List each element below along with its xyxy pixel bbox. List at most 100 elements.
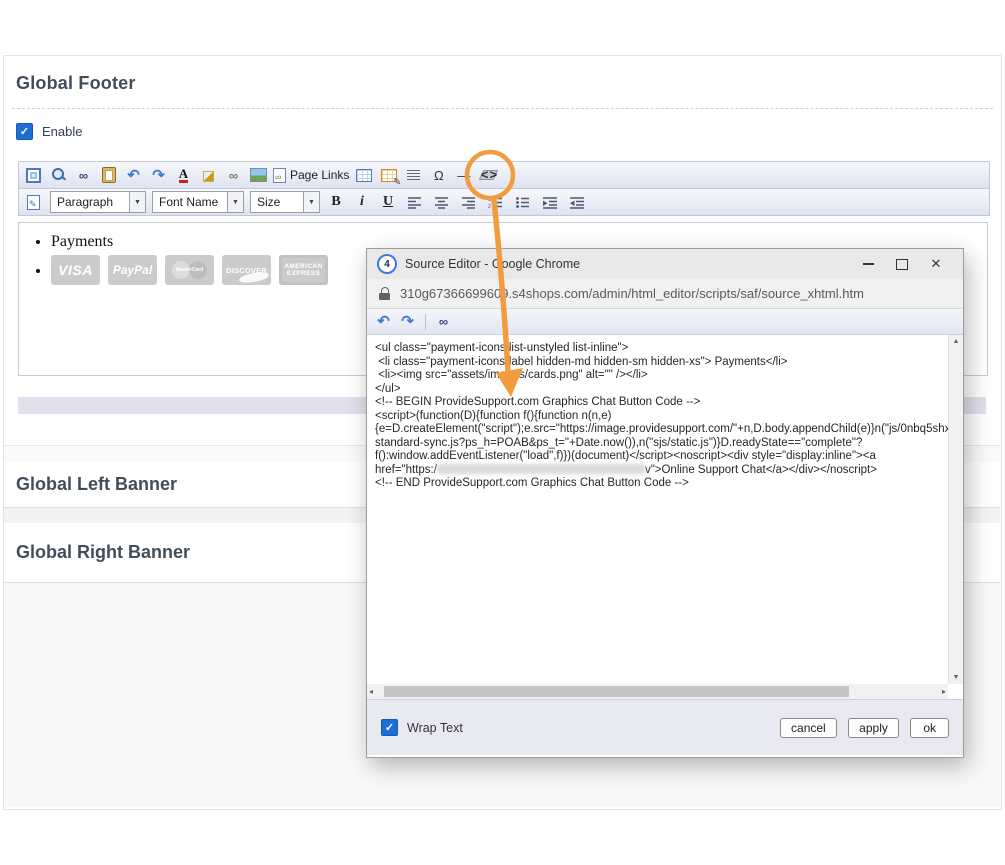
font-color-icon[interactable]: A xyxy=(173,165,194,186)
code-line-redacted: href="https:/v">Online Support Chat</a><… xyxy=(375,464,948,478)
paypal-card-image: PayPal xyxy=(108,255,157,285)
chevron-down-icon[interactable]: ▼ xyxy=(129,192,145,212)
dialog-buttons: cancel apply ok xyxy=(773,718,949,738)
dialog-urlbar: 310g67366699609.s4shops.com/admin/html_e… xyxy=(367,279,963,309)
insert-table-icon[interactable] xyxy=(353,165,374,186)
scroll-down-icon[interactable]: ▼ xyxy=(949,674,963,681)
code-line: </ul> xyxy=(375,383,948,397)
code-line: <!-- BEGIN ProvideSupport.com Graphics C… xyxy=(375,396,948,410)
paste-icon[interactable] xyxy=(98,165,119,186)
properties-icon[interactable] xyxy=(403,165,424,186)
paragraph-select[interactable]: Paragraph ▼ xyxy=(50,191,146,213)
fullscreen-icon[interactable] xyxy=(23,165,44,186)
amex-card-image: AMERICAN EXPRESS xyxy=(279,255,328,285)
preview-icon[interactable] xyxy=(48,165,69,186)
dialog-title: Source Editor - Google Chrome xyxy=(405,257,580,271)
link-icon[interactable]: ∞ xyxy=(223,165,244,186)
code-line: <li class="payment-icons-label hidden-md… xyxy=(375,356,948,370)
close-icon: ✕ xyxy=(931,256,942,272)
scroll-left-icon[interactable]: ◂ xyxy=(369,687,373,696)
svg-text:1: 1 xyxy=(488,197,491,203)
find-icon[interactable]: ∞ xyxy=(433,311,454,332)
maximize-button[interactable] xyxy=(885,250,919,278)
horizontal-scrollbar[interactable]: ◂ ▸ xyxy=(367,684,948,699)
italic-button[interactable]: i xyxy=(352,192,372,212)
ordered-list-icon[interactable]: 12 xyxy=(485,192,506,213)
undo-icon[interactable]: ↶ xyxy=(373,311,394,332)
redo-icon[interactable]: ↷ xyxy=(397,311,418,332)
page-links-label: Page Links xyxy=(290,169,349,181)
cancel-button[interactable]: cancel xyxy=(780,718,837,738)
page-links-button[interactable]: ∞ Page Links xyxy=(273,165,349,186)
source-code-editor[interactable]: <ul class="payment-icons list-unstyled l… xyxy=(367,335,948,684)
divider xyxy=(425,314,426,330)
page-links-icon: ∞ xyxy=(273,168,286,183)
check-icon: ✓ xyxy=(20,125,29,138)
payments-text: Payments xyxy=(51,233,113,250)
highlight-icon[interactable]: ◪ xyxy=(198,165,219,186)
vertical-scrollbar[interactable]: ▲ ▼ xyxy=(948,335,963,684)
svg-text:2: 2 xyxy=(488,204,491,209)
dialog-footer: ✓ Wrap Text cancel apply ok xyxy=(367,699,963,755)
find-icon[interactable]: ∞ xyxy=(73,165,94,186)
check-icon: ✓ xyxy=(385,721,394,734)
ok-button[interactable]: ok xyxy=(910,718,949,738)
minimize-icon xyxy=(863,263,874,265)
divider xyxy=(12,108,993,109)
close-button[interactable]: ✕ xyxy=(919,250,953,278)
lock-icon xyxy=(379,287,390,300)
format-toolbar: ✎ Paragraph ▼ Font Name ▼ Size ▼ B i U xyxy=(18,188,990,216)
code-line: standard-sync.js?ps_h=POAB&ps_t="+Date.n… xyxy=(375,437,948,451)
underline-button[interactable]: U xyxy=(378,192,398,212)
indent-icon[interactable] xyxy=(539,192,560,213)
visa-card-image: VISA xyxy=(51,255,100,285)
global-left-banner-title: Global Left Banner xyxy=(16,474,177,495)
chevron-down-icon[interactable]: ▼ xyxy=(303,192,319,212)
enable-checkbox[interactable]: ✓ xyxy=(16,123,33,140)
redacted-blur xyxy=(437,464,645,474)
outdent-icon[interactable] xyxy=(566,192,587,213)
align-right-icon[interactable] xyxy=(458,192,479,213)
align-left-icon[interactable] xyxy=(404,192,425,213)
edit-document-icon[interactable]: ✎ xyxy=(23,192,44,213)
undo-icon[interactable]: ↶ xyxy=(123,165,144,186)
code-line: {e=D.createElement("script");e.src="http… xyxy=(375,423,948,437)
edit-table-icon[interactable]: ✎ xyxy=(378,165,399,186)
code-line: <li><img src="assets/images/cards.png" a… xyxy=(375,369,948,383)
page: Global Footer ✓ Enable ∞ ↶ ↷ A ◪ ∞ ∞ Pag… xyxy=(0,0,1005,865)
code-line: <!-- END ProvideSupport.com Graphics Cha… xyxy=(375,477,948,491)
align-center-icon[interactable] xyxy=(431,192,452,213)
editor-toolbar: ∞ ↶ ↷ A ◪ ∞ ∞ Page Links ✎ Ω — xyxy=(18,161,990,189)
scrollbar-thumb[interactable] xyxy=(384,686,849,697)
horizontal-rule-icon[interactable]: — xyxy=(453,165,474,186)
source-code-icon[interactable]: <> xyxy=(479,164,500,185)
dialog-titlebar[interactable]: 4 Source Editor - Google Chrome ✕ xyxy=(367,249,963,279)
redo-icon[interactable]: ↷ xyxy=(148,165,169,186)
font-name-select-value: Font Name xyxy=(153,192,227,212)
source-editor-dialog: 4 Source Editor - Google Chrome ✕ 310g67… xyxy=(366,248,964,758)
window-controls: ✕ xyxy=(851,250,953,278)
font-name-select[interactable]: Font Name ▼ xyxy=(152,191,244,213)
wrap-text-checkbox[interactable]: ✓ xyxy=(381,719,398,736)
global-right-banner-title: Global Right Banner xyxy=(16,542,190,563)
image-icon[interactable] xyxy=(248,165,269,186)
special-char-icon[interactable]: Ω xyxy=(428,165,449,186)
paragraph-select-value: Paragraph xyxy=(51,192,129,212)
scroll-right-icon[interactable]: ▸ xyxy=(942,687,946,696)
code-line: <script>(function(D){function f(){functi… xyxy=(375,410,948,424)
enable-label: Enable xyxy=(42,124,82,139)
size-select[interactable]: Size ▼ xyxy=(250,191,320,213)
size-select-value: Size xyxy=(251,192,303,212)
maximize-icon xyxy=(896,259,908,270)
bold-button[interactable]: B xyxy=(326,192,346,212)
apply-button[interactable]: apply xyxy=(848,718,899,738)
unordered-list-icon[interactable] xyxy=(512,192,533,213)
discover-card-image: DISCOVER xyxy=(222,255,271,285)
scroll-up-icon[interactable]: ▲ xyxy=(949,338,963,345)
chevron-down-icon[interactable]: ▼ xyxy=(227,192,243,212)
minimize-button[interactable] xyxy=(851,250,885,278)
mastercard-card-image: MasterCard xyxy=(165,255,214,285)
code-line: <ul class="payment-icons list-unstyled l… xyxy=(375,342,948,356)
dialog-url[interactable]: 310g67366699609.s4shops.com/admin/html_e… xyxy=(400,286,864,301)
dialog-toolbar: ↶ ↷ ∞ xyxy=(367,309,963,335)
